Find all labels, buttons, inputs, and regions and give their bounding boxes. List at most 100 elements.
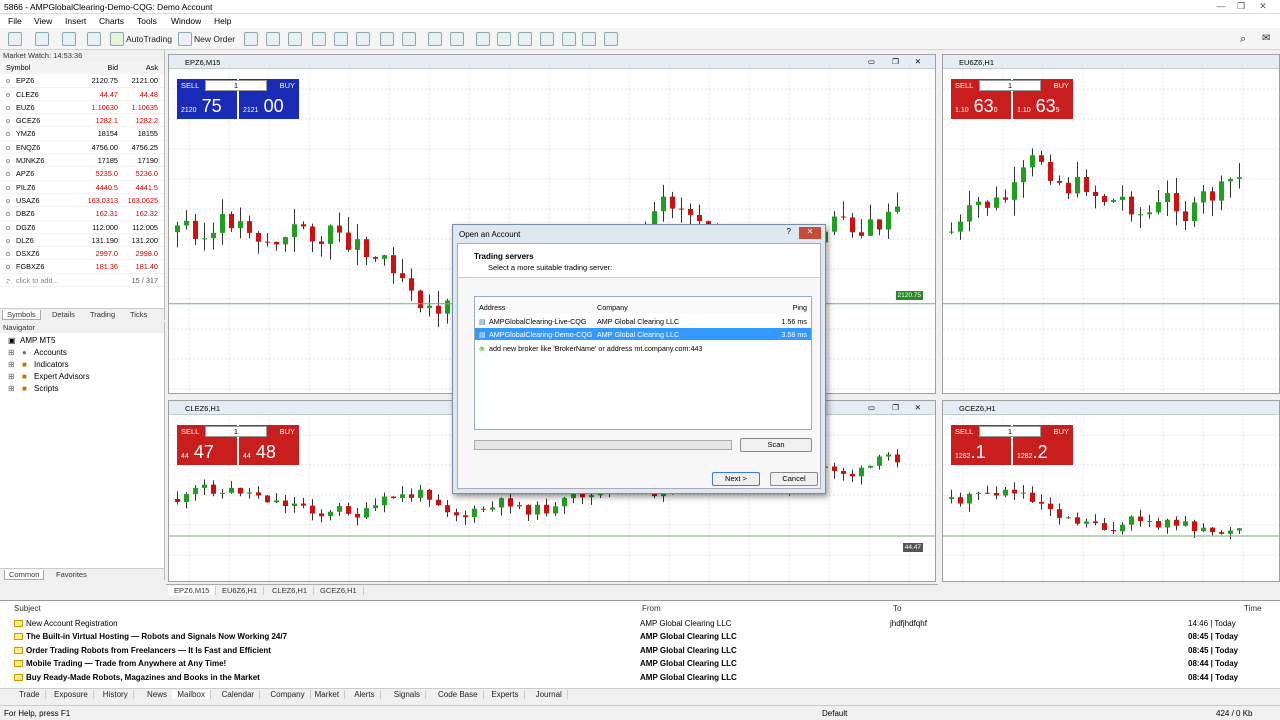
- market-watch-row[interactable]: YMZ6 18154 18155: [0, 127, 164, 141]
- terminal-tab-mailbox[interactable]: Mailbox: [172, 690, 211, 699]
- autotrading-button[interactable]: AutoTrading: [126, 32, 172, 46]
- market-watch-row[interactable]: CLEZ6 44.47 44.48: [0, 88, 164, 101]
- market-watch-row[interactable]: DLZ6 131.190 131.200: [0, 234, 164, 248]
- market-watch-row[interactable]: ENQZ6 4756.00 4756.25: [0, 141, 164, 155]
- cursor-icon[interactable]: [428, 32, 442, 46]
- chart-maximize-icon[interactable]: ❐: [892, 57, 899, 66]
- terminal-tab-news[interactable]: News: [142, 690, 174, 699]
- fibonacci-icon[interactable]: [562, 32, 576, 46]
- navigator-item-accounts[interactable]: Accounts: [34, 348, 67, 357]
- next-button[interactable]: Next >: [712, 472, 760, 486]
- lot-size-input[interactable]: 1: [979, 80, 1041, 91]
- terminal-tab-exposure[interactable]: Exposure: [49, 690, 94, 699]
- line-chart-icon[interactable]: [288, 32, 302, 46]
- tab-details[interactable]: Details: [48, 310, 79, 319]
- horizontal-line-icon[interactable]: [497, 32, 511, 46]
- expand-icon[interactable]: ⊞: [8, 384, 15, 393]
- terminal-tab-alerts[interactable]: Alerts: [349, 690, 381, 699]
- lot-size-input[interactable]: 1: [205, 80, 267, 91]
- add-broker-row[interactable]: ⊕ add new broker like 'BrokerName' or ad…: [475, 342, 811, 354]
- tab-trading[interactable]: Trading: [86, 310, 119, 319]
- menu-tools[interactable]: Tools: [137, 16, 157, 26]
- navigator-item-indicators[interactable]: Indicators: [34, 360, 69, 369]
- tab-symbols[interactable]: Symbols: [2, 310, 41, 320]
- terminal-tab-signals[interactable]: Signals: [389, 690, 427, 699]
- profiles-icon[interactable]: [35, 32, 49, 46]
- expand-icon[interactable]: ⊞: [8, 348, 15, 357]
- bar-chart-icon[interactable]: [244, 32, 258, 46]
- tab-common[interactable]: Common: [4, 570, 45, 580]
- navigator-item-expert-advisors[interactable]: Expert Advisors: [34, 372, 90, 381]
- market-watch-row[interactable]: DGZ6 112.000 112.005: [0, 221, 164, 234]
- market-watch-row[interactable]: FGBXZ6 181.36 181.40: [0, 260, 164, 274]
- expand-icon[interactable]: ⊞: [8, 372, 15, 381]
- chart-tab-epz6[interactable]: EPZ6,M15: [168, 586, 217, 595]
- zoom-in-icon[interactable]: [312, 32, 326, 46]
- market-watch-row[interactable]: EUZ6 1.10630 1.10635: [0, 101, 164, 115]
- chart-tab-eu6z6[interactable]: EU6Z6,H1: [216, 586, 265, 595]
- trendline-icon[interactable]: [518, 32, 532, 46]
- market-watch-row[interactable]: PILZ6 4440.5 4441.5: [0, 181, 164, 194]
- chart-close-icon[interactable]: ✕: [915, 57, 921, 66]
- autotrading-icon[interactable]: [110, 32, 124, 46]
- new-order-button[interactable]: New Order: [194, 32, 235, 46]
- mailbox-row[interactable]: Buy Ready-Made Robots, Magazines and Boo…: [10, 671, 1260, 684]
- menu-file[interactable]: File: [8, 16, 22, 26]
- market-watch-icon[interactable]: [62, 32, 76, 46]
- menu-window[interactable]: Window: [171, 16, 201, 26]
- menu-charts[interactable]: Charts: [99, 16, 124, 26]
- terminal-tab-market[interactable]: Market: [310, 690, 346, 699]
- new-order-icon[interactable]: [178, 32, 192, 46]
- tab-favorites[interactable]: Favorites: [52, 570, 91, 579]
- zoom-out-icon[interactable]: [334, 32, 348, 46]
- market-watch-add-row[interactable]: click to add... 15 / 317: [0, 274, 164, 288]
- menu-insert[interactable]: Insert: [65, 16, 86, 26]
- server-row[interactable]: ▤ AMPGlobalClearing-Live-CQG AMP Global …: [475, 315, 811, 327]
- mailbox-row[interactable]: Order Trading Robots from Freelancers — …: [10, 644, 1260, 657]
- tab-ticks[interactable]: Ticks: [126, 310, 151, 319]
- terminal-tab-experts[interactable]: Experts: [486, 690, 525, 699]
- chart-close-icon[interactable]: ✕: [915, 403, 921, 412]
- market-watch-row[interactable]: APZ6 5235.0 5236.0: [0, 167, 164, 181]
- terminal-tab-company[interactable]: Company: [265, 690, 311, 699]
- terminal-tab-journal[interactable]: Journal: [531, 690, 568, 699]
- add-symbol-hint[interactable]: click to add...: [16, 276, 59, 285]
- market-watch-row[interactable]: EPZ6 2120.75 2121.00: [0, 74, 164, 88]
- minimize-icon[interactable]: —: [1212, 0, 1230, 12]
- mailbox-row[interactable]: Mobile Trading — Trade from Anywhere at …: [10, 657, 1260, 670]
- shapes-icon[interactable]: [604, 32, 618, 46]
- navigator-item-scripts[interactable]: Scripts: [34, 384, 58, 393]
- maximize-icon[interactable]: ❐: [1232, 0, 1250, 12]
- expand-icon[interactable]: ⊞: [8, 360, 15, 369]
- terminal-tab-trade[interactable]: Trade: [14, 690, 46, 699]
- text-label-icon[interactable]: [582, 32, 596, 46]
- market-watch-row[interactable]: DBZ6 162.31 162.32: [0, 207, 164, 221]
- close-icon[interactable]: ✕: [1254, 0, 1272, 12]
- chart-area-eu6z6[interactable]: SELL 1.10 630 BUY 1.10 635 1: [943, 69, 1279, 393]
- search-icon[interactable]: ⌕: [1240, 32, 1246, 46]
- chart-area-gcez6[interactable]: SELL 1282.1 BUY 1282.2 1: [943, 415, 1279, 581]
- navigator-root[interactable]: AMP MT5: [20, 336, 55, 345]
- new-chart-icon[interactable]: [8, 32, 22, 46]
- candlestick-chart-icon[interactable]: [266, 32, 280, 46]
- scan-button[interactable]: Scan: [740, 438, 812, 452]
- chart-tab-gcez6[interactable]: GCEZ6,H1: [314, 586, 364, 595]
- menu-view[interactable]: View: [34, 16, 52, 26]
- cancel-button[interactable]: Cancel: [770, 472, 818, 486]
- chart-minimize-icon[interactable]: ▭: [868, 403, 875, 412]
- terminal-tab-calendar[interactable]: Calendar: [217, 690, 261, 699]
- market-watch-row[interactable]: GCEZ6 1282.1 1282.2: [0, 114, 164, 128]
- chart-shift-icon[interactable]: [380, 32, 394, 46]
- chart-maximize-icon[interactable]: ❐: [892, 403, 899, 412]
- mailbox-row[interactable]: The Built-in Virtual Hosting — Robots an…: [10, 630, 1260, 643]
- tile-windows-icon[interactable]: [356, 32, 370, 46]
- chart-tab-clez6[interactable]: CLEZ6,H1: [266, 586, 315, 595]
- lot-size-input[interactable]: 1: [979, 426, 1041, 437]
- equidistant-channel-icon[interactable]: [540, 32, 554, 46]
- terminal-tab-code-base[interactable]: Code Base: [433, 690, 484, 699]
- crosshair-icon[interactable]: [450, 32, 464, 46]
- market-watch-row[interactable]: DSXZ6 2997.0 2998.0: [0, 247, 164, 261]
- chat-icon[interactable]: ✉: [1262, 32, 1270, 46]
- market-watch-row[interactable]: USAZ6 163.0313 163.0625: [0, 194, 164, 208]
- mailbox-row[interactable]: New Account Registration AMP Global Clea…: [10, 617, 1260, 630]
